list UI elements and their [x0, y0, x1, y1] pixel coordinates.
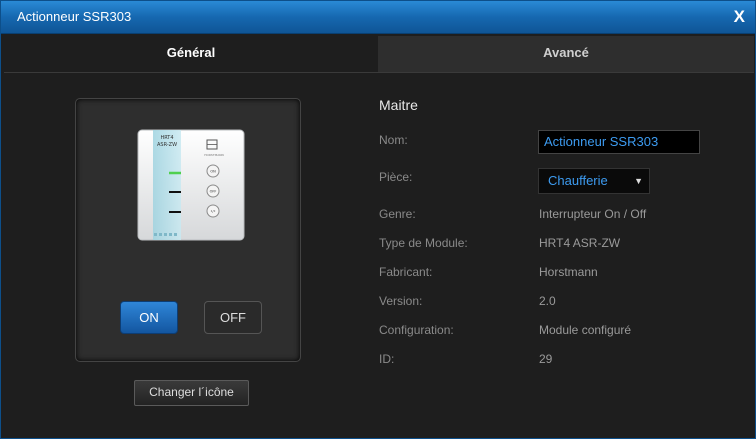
device-panel-text-1: HRT4 [160, 135, 173, 141]
tab-general[interactable]: Général [4, 36, 378, 72]
tab-bar: Général Avancé [4, 36, 754, 73]
module-type-value: HRT4 ASR-ZW [539, 236, 621, 250]
title-bar[interactable]: Actionneur SSR303 X [1, 1, 755, 34]
version-label: Version: [379, 294, 423, 308]
module-type-label: Type de Module: [379, 236, 468, 250]
device-preview: HRT4 ASR-ZW HORSTMANN ON OFF •/• ON OFF [75, 98, 301, 362]
name-label: Nom: [379, 133, 408, 147]
version-value: 2.0 [539, 294, 556, 308]
device-brand-text: HORSTMANN [204, 153, 224, 157]
close-icon[interactable]: X [734, 7, 745, 27]
manufacturer-value: Horstmann [539, 265, 598, 279]
room-select[interactable]: Chaufferie ▼ [538, 168, 650, 194]
name-input[interactable]: Actionneur SSR303 [538, 130, 700, 154]
window-title: Actionneur SSR303 [17, 9, 132, 24]
device-key-on: ON [210, 170, 216, 174]
configuration-label: Configuration: [379, 323, 454, 337]
wall-switch-icon: HRT4 ASR-ZW HORSTMANN ON OFF •/• [137, 129, 245, 241]
device-panel-text-2: ASR-ZW [157, 142, 177, 148]
room-select-value: Chaufferie [548, 173, 608, 188]
general-left-panel: HRT4 ASR-ZW HORSTMANN ON OFF •/• ON OFF … [4, 73, 378, 436]
general-details-panel: Maitre Nom: Actionneur SSR303 Pièce: Cha… [378, 73, 754, 436]
tab-avance[interactable]: Avancé [378, 36, 754, 72]
genre-label: Genre: [379, 207, 416, 221]
manufacturer-label: Fabricant: [379, 265, 433, 279]
triangle-down-icon: ▼ [634, 176, 643, 186]
room-label: Pièce: [379, 170, 413, 184]
device-key-third: •/• [210, 210, 215, 214]
genre-value: Interrupteur On / Off [539, 207, 647, 221]
change-icon-button[interactable]: Changer l´icône [134, 380, 249, 406]
section-title: Maitre [379, 97, 418, 113]
off-button[interactable]: OFF [204, 301, 262, 334]
device-key-off: OFF [210, 190, 217, 194]
dialog-window: Actionneur SSR303 X Général Avancé HRT4 … [0, 0, 756, 439]
configuration-value: Module configuré [539, 323, 632, 337]
id-label: ID: [379, 352, 395, 366]
id-value: 29 [539, 352, 553, 366]
on-button[interactable]: ON [120, 301, 178, 334]
